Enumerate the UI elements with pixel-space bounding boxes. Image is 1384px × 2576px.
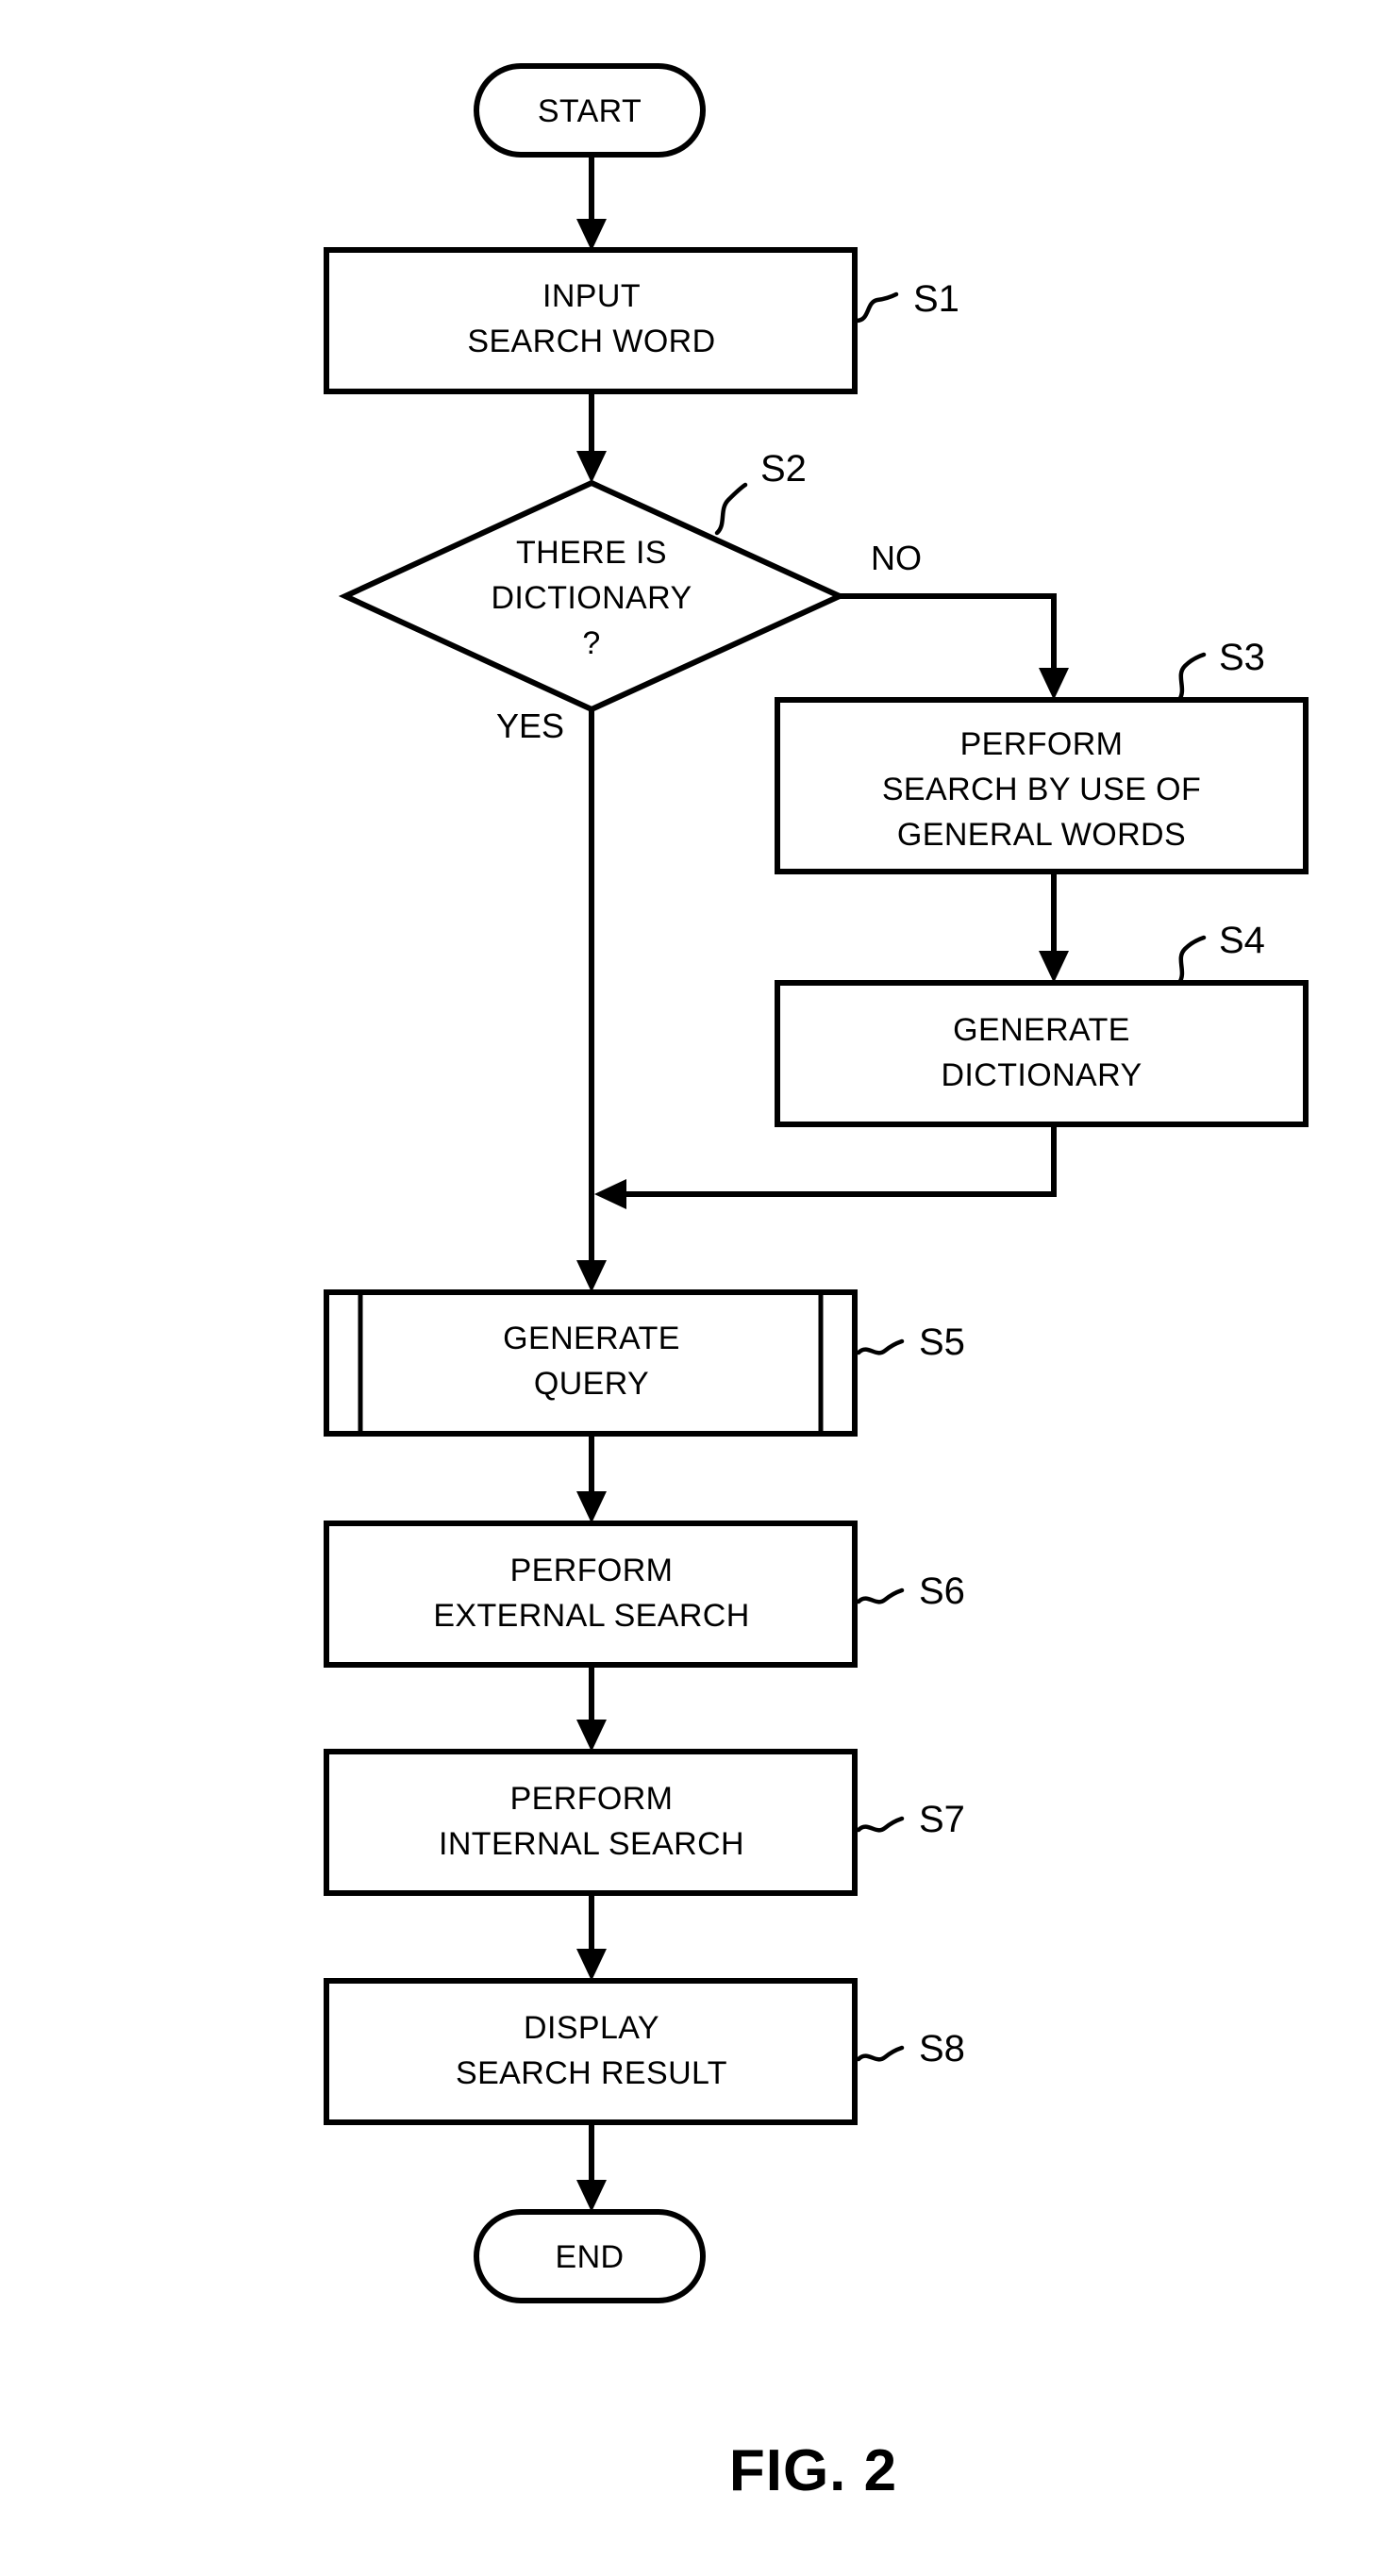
arrowhead-left-icon [594, 1179, 626, 1209]
arrowhead-down-icon [1039, 668, 1069, 700]
arrowhead-down-icon [576, 451, 607, 483]
step-label-s4-group: S4 [1176, 920, 1265, 986]
step-label-s6-group: S6 [856, 1571, 965, 1612]
step-label-s7-group: S7 [856, 1799, 965, 1840]
connector-s7-to-s8 [576, 1895, 607, 1981]
step-label-s4: S4 [1219, 920, 1265, 961]
s1-text-line1: INPUT [542, 278, 641, 314]
s6-shape-fill [326, 1523, 855, 1665]
s8-text-line1: DISPLAY [524, 2010, 659, 2046]
s3-text-line3: GENERAL WORDS [897, 817, 1186, 853]
connector-start-to-s1 [576, 157, 607, 251]
connector-s8-to-end [576, 2124, 607, 2212]
start-label: START [538, 93, 642, 129]
step-label-s3: S3 [1219, 637, 1265, 678]
step-label-s1: S1 [913, 278, 959, 320]
leader-line-s8 [856, 2045, 905, 2062]
leader-line-s5 [856, 1338, 905, 1355]
step-label-s7: S7 [919, 1799, 965, 1840]
connector-s1-to-s2 [576, 393, 607, 483]
node-end: END [474, 2209, 706, 2303]
s1-text-line2: SEARCH WORD [467, 324, 715, 359]
arrowhead-down-icon [576, 1949, 607, 1981]
step-label-s2: S2 [760, 448, 807, 490]
node-s7: PERFORM INTERNAL SEARCH [324, 1749, 858, 1896]
s4-text-line1: GENERATE [953, 1012, 1130, 1048]
connector-s5-to-s6 [576, 1436, 607, 1523]
s5-text-line2: QUERY [534, 1366, 649, 1402]
step-label-s5: S5 [919, 1321, 965, 1363]
s6-text-line1: PERFORM [510, 1553, 674, 1588]
connector-s3-to-s4 [1039, 873, 1069, 983]
leader-line-s4 [1176, 935, 1207, 986]
s7-shape-fill [326, 1752, 855, 1893]
s7-text-line2: INTERNAL SEARCH [439, 1826, 744, 1862]
node-s6: PERFORM EXTERNAL SEARCH [324, 1521, 858, 1668]
s7-text-line1: PERFORM [510, 1781, 674, 1817]
connector-s4-merge-to-trunk [594, 1126, 1057, 1209]
node-s4: GENERATE DICTIONARY [775, 980, 1309, 1127]
step-label-s8: S8 [919, 2028, 965, 2069]
arrowhead-down-icon [576, 1720, 607, 1752]
node-s3: PERFORM SEARCH BY USE OF GENERAL WORDS [775, 697, 1309, 874]
s2-text-line1: THERE IS [516, 535, 667, 571]
node-start: START [474, 63, 706, 158]
leader-line-s3 [1176, 652, 1207, 703]
connector-s2-yes-trunk [576, 709, 607, 1292]
s3-text-line1: PERFORM [960, 726, 1124, 762]
figure-caption: FIG. 2 [729, 2438, 897, 2503]
step-label-s1-group: S1 [854, 278, 959, 324]
connector-s6-to-s7 [576, 1667, 607, 1752]
s8-text-line2: SEARCH RESULT [456, 2055, 727, 2091]
node-s5: GENERATE QUERY [324, 1289, 858, 1437]
arrowhead-down-icon [576, 2180, 607, 2212]
step-label-s8-group: S8 [856, 2028, 965, 2069]
s2-text-line2: DICTIONARY [491, 580, 692, 616]
leader-line-s2 [714, 482, 748, 536]
s6-text-line2: EXTERNAL SEARCH [433, 1598, 749, 1634]
node-s2: THERE IS DICTIONARY ? [338, 479, 847, 713]
leader-line-s6 [856, 1587, 905, 1604]
arrowhead-down-icon [576, 1260, 607, 1292]
leader-line-s7 [856, 1816, 905, 1833]
s5-shape-fill [326, 1292, 855, 1434]
step-label-s5-group: S5 [856, 1321, 965, 1363]
branch-label-no: NO [871, 539, 922, 577]
end-label: END [556, 2239, 625, 2275]
flowchart-figure: START INPUT SEARCH WORD S1 THERE IS DICT… [324, 63, 1309, 2503]
arrowhead-down-icon [576, 1491, 607, 1523]
arrowhead-down-icon [576, 219, 607, 251]
s4-text-line2: DICTIONARY [941, 1057, 1142, 1093]
node-s1: INPUT SEARCH WORD [324, 247, 858, 394]
figure-page: START INPUT SEARCH WORD S1 THERE IS DICT… [0, 0, 1384, 2576]
s3-text-line2: SEARCH BY USE OF [882, 772, 1201, 807]
arrowhead-down-icon [1039, 951, 1069, 983]
s1-shape-fill [326, 250, 855, 391]
step-label-s6: S6 [919, 1571, 965, 1612]
connector-s2-no-to-s3 [840, 593, 1069, 700]
s5-text-line1: GENERATE [503, 1321, 680, 1356]
s2-text-line3: ? [582, 625, 600, 661]
step-label-s3-group: S3 [1176, 637, 1265, 703]
s8-shape-fill [326, 1981, 855, 2122]
s4-shape-fill [777, 983, 1306, 1124]
node-s8: DISPLAY SEARCH RESULT [324, 1978, 858, 2125]
branch-label-yes: YES [496, 706, 564, 745]
leader-line-s1 [854, 291, 899, 324]
step-label-s2-group: S2 [714, 448, 807, 536]
